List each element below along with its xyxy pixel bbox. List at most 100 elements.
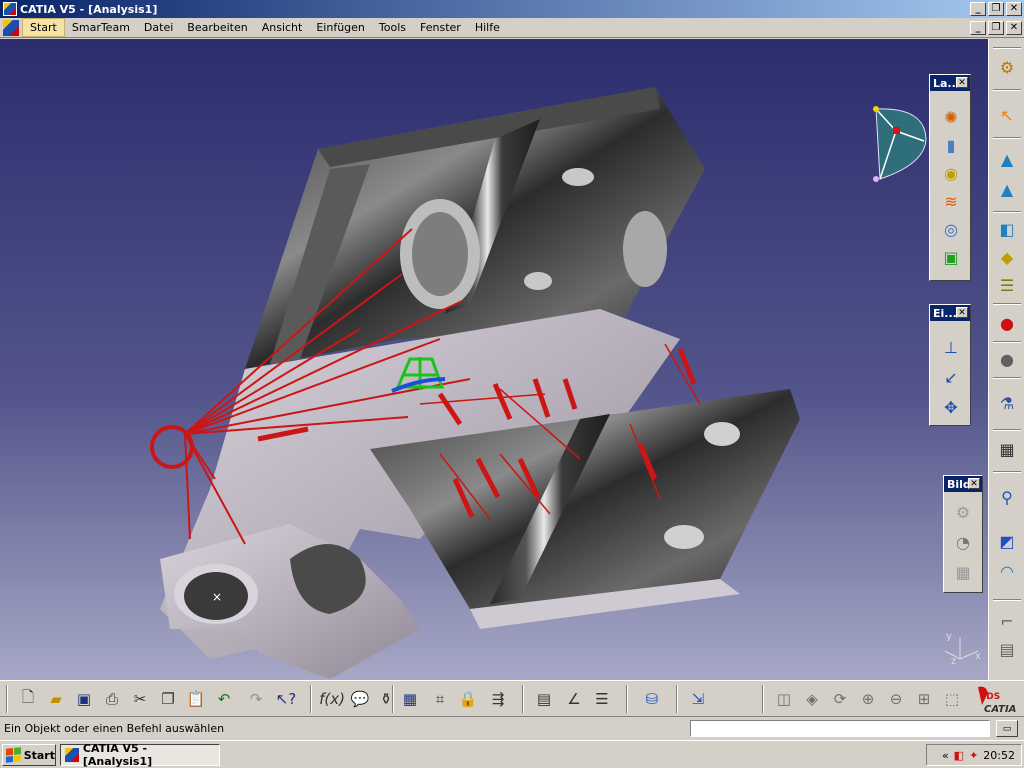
close-icon[interactable]: ✕ [956, 77, 968, 88]
corner-icon[interactable]: ⌐ [995, 609, 1019, 633]
doc-minimize-button[interactable]: _ [970, 21, 986, 35]
compute-icon[interactable]: ⛁ [640, 687, 664, 711]
image-vonmises-icon[interactable]: ◔ [950, 530, 976, 554]
tray-expand-icon[interactable]: « [942, 749, 949, 762]
axes-icon[interactable]: ✥ [938, 395, 964, 419]
image-deformation-icon[interactable]: ⚙ [950, 500, 976, 524]
workbench-icon[interactable]: ⚙ [995, 55, 1019, 79]
toolbar-restraints: Ei... ✕ ⊥ ↙ ✥ [929, 304, 971, 426]
doc-restore-button[interactable]: ❐ [988, 21, 1004, 35]
zoom-in-icon[interactable]: ⊕ [856, 687, 880, 711]
tray-network-icon[interactable]: ✦ [969, 749, 978, 762]
print-icon[interactable]: ⎙ [100, 687, 124, 711]
axis-z-label: z [951, 656, 956, 667]
windows-logo-icon [6, 747, 21, 763]
image-displacement-icon[interactable]: ▦ [950, 560, 976, 584]
paste-icon[interactable]: 📋 [184, 687, 208, 711]
mesh-icon[interactable]: ≋ [938, 189, 964, 213]
3d-viewport[interactable]: × y x z La... ✕ ✺ ▮ ◉ ≋ ◎ ▣ Ei... ✕ ⊥ ↙ … [0, 39, 988, 680]
tree-icon[interactable]: ⌗ [428, 687, 452, 711]
close-icon[interactable]: ✕ [968, 478, 980, 489]
window-title-bar[interactable]: CATIA V5 - [Analysis1] _ ❐ ✕ [0, 0, 1024, 18]
document-icon[interactable] [3, 19, 19, 36]
cylinder-icon[interactable]: ▮ [938, 133, 964, 157]
restore-button[interactable]: ❐ [988, 2, 1004, 16]
comment-icon[interactable]: 💬 [348, 687, 372, 711]
taskbar-item-catia[interactable]: CATIA V5 - [Analysis1] [60, 742, 220, 768]
knowledge-icon[interactable]: ⚱ [374, 687, 398, 711]
new-document-icon[interactable]: 🗋 [16, 687, 40, 711]
menu-einfuegen[interactable]: Einfügen [309, 19, 372, 36]
angle-icon[interactable]: ∠ [562, 687, 586, 711]
rotate-icon[interactable]: ⟳ [828, 687, 852, 711]
status-bar: Ein Objekt oder einen Befehl auswählen ▭ [0, 716, 1024, 740]
power-input-field[interactable] [690, 720, 990, 737]
zoom-out-icon[interactable]: ⊖ [884, 687, 908, 711]
line-icon[interactable]: ▲ [995, 177, 1019, 201]
slider-icon[interactable]: ↙ [938, 365, 964, 389]
menu-fenster[interactable]: Fenster [413, 19, 468, 36]
menu-bearbeiten[interactable]: Bearbeiten [180, 19, 254, 36]
grid-icon[interactable]: ▤ [995, 637, 1019, 661]
cut-icon[interactable]: ✂ [128, 687, 152, 711]
cube-icon[interactable]: ◧ [995, 217, 1019, 241]
close-button[interactable]: ✕ [1006, 2, 1022, 16]
clamp-icon[interactable]: ⊥ [938, 335, 964, 359]
report-icon[interactable]: ☰ [590, 687, 614, 711]
view-modes-icon[interactable]: ⬚ [940, 687, 964, 711]
formula-icon[interactable]: f(x) [319, 687, 345, 711]
menu-start[interactable]: Start [22, 18, 65, 37]
minimize-button[interactable]: _ [970, 2, 986, 16]
export-icon[interactable]: ⇲ [686, 687, 710, 711]
target-icon[interactable]: ◎ [938, 217, 964, 241]
select-arrow-icon[interactable]: ↖ [995, 103, 1019, 127]
traffic-light-icon[interactable]: ● [995, 311, 1019, 335]
toolbar-restraints-title[interactable]: Ei... ✕ [930, 305, 970, 321]
menu-hilfe[interactable]: Hilfe [468, 19, 507, 36]
command-apply-button[interactable]: ▭ [996, 720, 1018, 737]
menu-datei[interactable]: Datei [137, 19, 180, 36]
pan-icon[interactable]: ◈ [800, 687, 824, 711]
sketch-icon[interactable]: ▤ [532, 687, 556, 711]
material-icon[interactable]: ▣ [938, 245, 964, 269]
menu-tools[interactable]: Tools [372, 19, 413, 36]
toolbar-image-title[interactable]: Bild ✕ [944, 476, 982, 492]
table-icon[interactable]: ▦ [398, 687, 422, 711]
menu-ansicht[interactable]: Ansicht [255, 19, 310, 36]
redo-icon[interactable]: ↷ [244, 687, 268, 711]
start-button[interactable]: Start [2, 744, 56, 766]
view-compass[interactable] [873, 106, 927, 182]
catia-app-icon[interactable] [3, 2, 17, 16]
undo-icon[interactable]: ↶ [212, 687, 236, 711]
view-box-icon[interactable]: ◩ [995, 529, 1019, 553]
save-icon[interactable]: ▣ [72, 687, 96, 711]
plane-icon[interactable]: ◆ [995, 245, 1019, 269]
wireless-icon[interactable]: ◠ [995, 559, 1019, 583]
logo-mark: 3DS [980, 692, 1000, 702]
system-tray: « ◧ ✦ 20:52 [926, 744, 1022, 766]
close-icon[interactable]: ✕ [956, 307, 968, 318]
copy-icon[interactable]: ❐ [156, 687, 180, 711]
calculator-icon[interactable]: ▦ [995, 437, 1019, 461]
point-icon[interactable]: ▲ [995, 147, 1019, 171]
layers-icon[interactable]: ☰ [995, 273, 1019, 297]
fit-all-icon[interactable]: ◫ [772, 687, 796, 711]
sphere-icon[interactable]: ● [995, 347, 1019, 371]
normal-view-icon[interactable]: ⊞ [912, 687, 936, 711]
whats-this-icon[interactable]: ↖? [274, 687, 298, 711]
load-icon[interactable]: ◉ [938, 161, 964, 185]
restraint-icon[interactable]: ✺ [938, 105, 964, 129]
toolbar-loads-title[interactable]: La... ✕ [930, 75, 970, 91]
catia-logo: 3DS CATIA [972, 683, 1022, 715]
bottle-icon[interactable]: ⚗ [995, 391, 1019, 415]
open-folder-icon[interactable]: ▰ [44, 687, 68, 711]
menu-smarteam[interactable]: SmarTeam [65, 19, 137, 36]
measure-icon[interactable]: ⇶ [486, 687, 510, 711]
doc-close-button[interactable]: ✕ [1006, 21, 1022, 35]
lock-icon[interactable]: 🔒 [456, 687, 480, 711]
zoom-icon[interactable]: ⚲ [995, 485, 1019, 509]
part-model[interactable]: × y x z [0, 39, 988, 680]
clock[interactable]: 20:52 [983, 749, 1015, 762]
tray-app-icon[interactable]: ◧ [954, 749, 964, 762]
status-message: Ein Objekt oder einen Befehl auswählen [4, 722, 225, 735]
